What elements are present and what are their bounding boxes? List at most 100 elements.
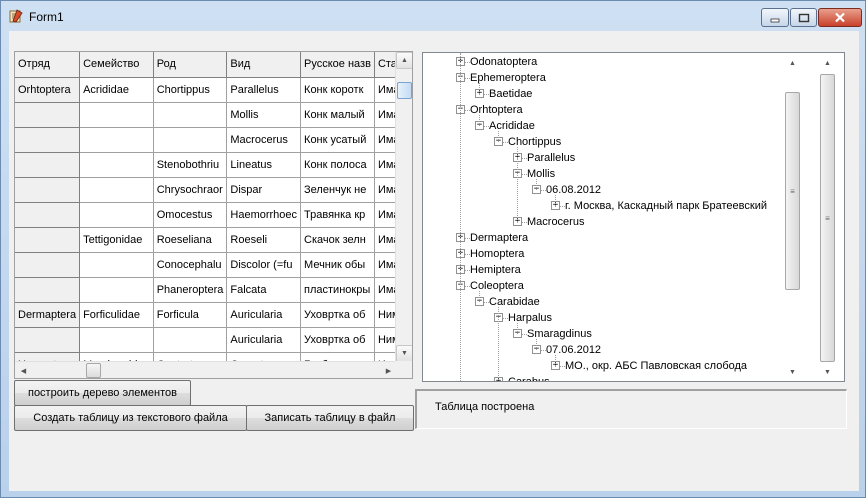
tree-inner-scroll-down[interactable]: ▼ [784, 364, 801, 381]
tree-node[interactable]: − Harpalus [423, 310, 783, 326]
cell-species[interactable]: Discolor (=fu [226, 252, 302, 278]
tree-node[interactable]: + Odonatoptera [423, 54, 783, 70]
cell-family[interactable] [79, 127, 154, 153]
close-button[interactable] [818, 8, 862, 27]
cell-genus[interactable]: Forficula [153, 302, 228, 328]
cell-species[interactable]: Mollis [226, 102, 302, 128]
tree-outer-scroll-down[interactable]: ▼ [819, 364, 836, 381]
cell-order[interactable] [15, 252, 81, 278]
cell-genus[interactable]: Chrysochraor [153, 177, 228, 203]
cell-family[interactable] [79, 152, 154, 178]
grid-horizontal-scrollbar[interactable]: ◀ ▶ [15, 361, 397, 378]
tree-node[interactable]: − Mollis [423, 166, 783, 182]
tree-node[interactable]: − Acrididae [423, 118, 783, 134]
tree-view[interactable]: + Odonatoptera − Ephemeroptera + Baetidae − Orh… [422, 52, 845, 382]
cell-family[interactable] [79, 327, 154, 353]
cell-species[interactable]: Lineatus [226, 152, 302, 178]
cell-order[interactable]: Orhtoptera [15, 77, 81, 103]
cell-russian-name[interactable]: Уховртка об [300, 302, 375, 328]
tree-node[interactable]: − Carabidae [423, 294, 783, 310]
tree-node[interactable]: − Smaragdinus [423, 326, 783, 342]
tree-node[interactable]: − Coleoptera [423, 278, 783, 294]
tree-node[interactable]: − Ephemeroptera [423, 70, 783, 86]
cell-family[interactable] [79, 277, 154, 303]
cell-russian-name[interactable]: Конк полоса [300, 152, 375, 178]
cell-family[interactable] [79, 202, 154, 228]
cell-russian-name[interactable]: Уховртка об [300, 327, 375, 353]
maximize-button[interactable] [790, 8, 817, 27]
cell-family[interactable]: Acrididae [79, 77, 154, 103]
cell-genus[interactable]: Roeseliana [153, 227, 228, 253]
cell-family[interactable]: Forficulidae [79, 302, 154, 328]
tree-node[interactable]: + Baetidae [423, 86, 783, 102]
cell-family[interactable]: Tettigonidae [79, 227, 154, 253]
tree-node[interactable]: + МО., окр. АБС Павловская слобода [423, 358, 783, 374]
tree-outer-thumb[interactable]: ≡ [820, 74, 835, 362]
cell-family[interactable] [79, 177, 154, 203]
tree-node[interactable]: + Homoptera [423, 246, 783, 262]
minimize-button[interactable] [761, 8, 789, 27]
cell-species[interactable]: Roeseli [226, 227, 302, 253]
cell-russian-name[interactable]: пластинокры [300, 277, 375, 303]
cell-russian-name[interactable]: Конк малый [300, 102, 375, 128]
grid-vertical-scrollbar[interactable]: ▲ ▼ [395, 52, 412, 362]
tree-node[interactable]: + Macrocerus [423, 214, 783, 230]
cell-family[interactable] [79, 102, 154, 128]
scroll-down-button[interactable]: ▼ [396, 345, 412, 362]
column-header-species[interactable]: Вид [226, 52, 302, 78]
tree-node[interactable]: + Carabus [423, 374, 783, 381]
grid-vertical-thumb[interactable] [397, 82, 412, 99]
cell-russian-name[interactable]: Конк коротк [300, 77, 375, 103]
cell-russian-name[interactable]: Травянка кр [300, 202, 375, 228]
column-header-genus[interactable]: Род [153, 52, 228, 78]
create-table-button[interactable]: Создать таблицу из текстового файла [14, 405, 247, 431]
column-header-family[interactable]: Семейство [79, 52, 154, 78]
cell-species[interactable]: Dispar [226, 177, 302, 203]
cell-order[interactable] [15, 202, 81, 228]
tree-inner-thumb[interactable]: ≡ [785, 92, 800, 290]
build-tree-button[interactable]: построить дерево элементов [14, 380, 191, 406]
cell-species[interactable]: Falcata [226, 277, 302, 303]
cell-russian-name[interactable]: Мечник обы [300, 252, 375, 278]
cell-genus[interactable]: Omocestus [153, 202, 228, 228]
cell-genus[interactable] [153, 127, 228, 153]
cell-russian-name[interactable]: Скачок зелн [300, 227, 375, 253]
tree-node[interactable]: + Parallelus [423, 150, 783, 166]
tree-node[interactable]: − Chortippus [423, 134, 783, 150]
column-header-russian-name[interactable]: Русское назв [300, 52, 375, 78]
cell-order[interactable] [15, 152, 81, 178]
cell-genus[interactable]: Stenobothriu [153, 152, 228, 178]
cell-species[interactable]: Parallelus [226, 77, 302, 103]
cell-species[interactable]: Macrocerus [226, 127, 302, 153]
scroll-left-button[interactable]: ◀ [15, 362, 32, 378]
cell-genus[interactable]: Conocephalu [153, 252, 228, 278]
cell-family[interactable] [79, 252, 154, 278]
cell-genus[interactable] [153, 102, 228, 128]
tree-outer-scroll-up[interactable]: ▲ [819, 55, 836, 72]
tree-inner-scrollbar[interactable]: ▲ ≡ ▼ [784, 55, 802, 381]
cell-genus[interactable]: Chortippus [153, 77, 228, 103]
tree-outer-scrollbar[interactable]: ▲ ≡ ▼ [819, 55, 837, 381]
cell-species[interactable]: Auricularia [226, 327, 302, 353]
cell-order[interactable] [15, 127, 81, 153]
cell-russian-name[interactable]: Зеленчук не [300, 177, 375, 203]
cell-species[interactable]: Auricularia [226, 302, 302, 328]
title-bar[interactable]: Form1 [1, 1, 865, 31]
grid-horizontal-thumb[interactable] [86, 363, 101, 378]
cell-genus[interactable]: Phaneroptera [153, 277, 228, 303]
tree-node[interactable]: + Dermaptera [423, 230, 783, 246]
cell-order[interactable]: Dermaptera [15, 302, 81, 328]
cell-order[interactable] [15, 102, 81, 128]
tree-node[interactable]: + Hemiptera [423, 262, 783, 278]
cell-genus[interactable] [153, 327, 228, 353]
cell-species[interactable]: Haemorrhoec [226, 202, 302, 228]
data-grid[interactable]: Отряд Семейство Род Вид Русское назв Ста… [14, 51, 413, 379]
tree-node[interactable]: −06.08.2012 [423, 182, 783, 198]
cell-russian-name[interactable]: Конк усатый [300, 127, 375, 153]
cell-order[interactable] [15, 277, 81, 303]
tree-node[interactable]: + г. Москва, Каскадный парк Братеевский [423, 198, 783, 214]
scroll-up-button[interactable]: ▲ [396, 52, 412, 69]
tree-node[interactable]: − Orhtoptera [423, 102, 783, 118]
tree-node[interactable]: −07.06.2012 [423, 342, 783, 358]
save-table-button[interactable]: Записать таблицу в файл [246, 405, 414, 431]
